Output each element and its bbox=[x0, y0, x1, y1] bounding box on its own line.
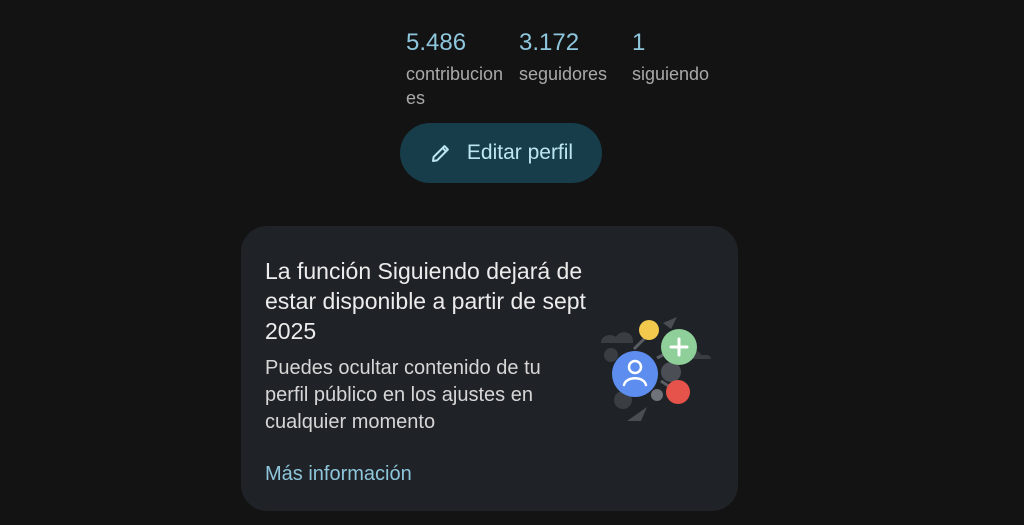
stat-followers-value: 3.172 bbox=[519, 29, 580, 56]
following-deprecation-card: La función Siguiendo dejará de estar dis… bbox=[241, 226, 738, 511]
stat-contributions-label: contribuciones bbox=[406, 64, 504, 108]
social-connections-illustration bbox=[601, 317, 711, 421]
pencil-icon bbox=[431, 145, 449, 162]
more-info-link[interactable]: Más información bbox=[265, 461, 412, 487]
stat-following[interactable]: 1 siguiendo bbox=[632, 28, 709, 110]
stat-following-label: siguiendo bbox=[632, 64, 710, 84]
profile-screen: 5.486 contribuciones 3.172 seguidores 1 … bbox=[0, 0, 1024, 525]
stat-following-value: 1 bbox=[632, 29, 646, 56]
stat-followers[interactable]: 3.172 seguidores bbox=[519, 28, 619, 110]
card-title: La función Siguiendo dejará de estar dis… bbox=[265, 258, 586, 344]
edit-profile-label: Editar perfil bbox=[466, 141, 574, 164]
edit-profile-button[interactable]: Editar perfil bbox=[400, 123, 602, 183]
stat-contributions-value: 5.486 bbox=[406, 29, 467, 56]
stat-contributions[interactable]: 5.486 contribuciones bbox=[406, 28, 506, 110]
card-body: Puedes ocultar contenido de tu perfil pú… bbox=[265, 357, 541, 433]
stat-followers-label: seguidores bbox=[519, 64, 608, 84]
profile-stats: 5.486 contribuciones 3.172 seguidores 1 … bbox=[406, 28, 709, 110]
